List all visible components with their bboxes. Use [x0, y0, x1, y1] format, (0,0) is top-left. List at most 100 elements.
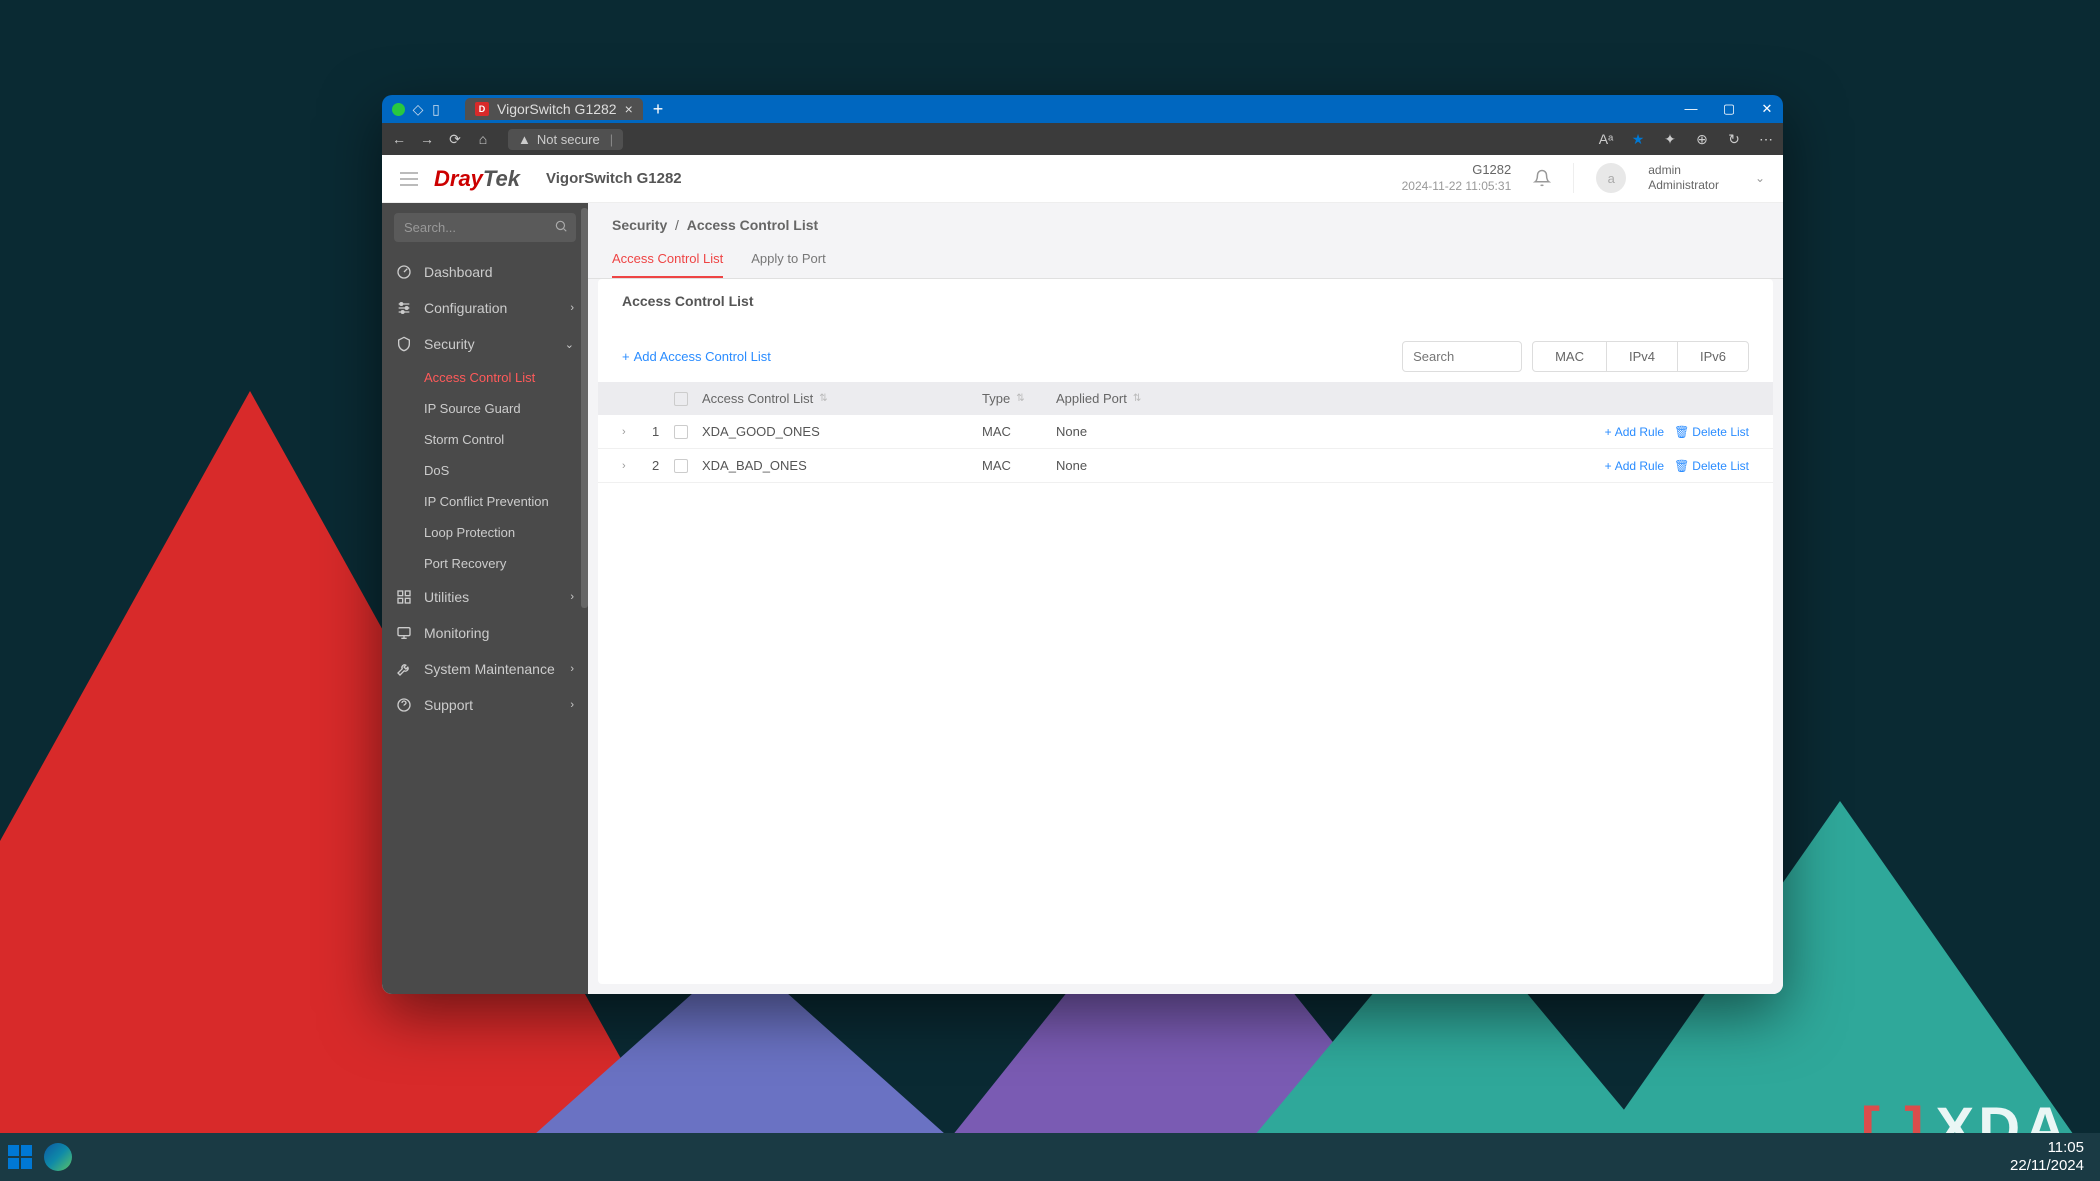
browser-titlebar: ◇ ▯ D VigorSwitch G1282 × + — ▢ ✕: [382, 95, 1783, 123]
favorite-icon[interactable]: ★: [1629, 130, 1647, 148]
sidebar-item-acl[interactable]: Access Control List: [424, 362, 588, 393]
add-rule-button[interactable]: +Add Rule: [1605, 459, 1664, 473]
select-all-checkbox[interactable]: [674, 392, 688, 406]
plus-icon: +: [1605, 425, 1612, 439]
sidebar-item-system-maintenance[interactable]: System Maintenance ›: [382, 651, 588, 687]
acl-port: None: [1056, 458, 1396, 473]
avatar[interactable]: a: [1596, 163, 1626, 193]
forward-button[interactable]: →: [418, 130, 436, 148]
filter-ipv4[interactable]: IPv4: [1606, 342, 1677, 371]
sidebar-item-utilities[interactable]: Utilities ›: [382, 579, 588, 615]
sidebar-item-monitoring[interactable]: Monitoring: [382, 615, 588, 651]
user-menu-chevron[interactable]: ⌄: [1755, 171, 1765, 185]
expand-row-icon[interactable]: ›: [622, 460, 626, 472]
address-bar[interactable]: ▲ Not secure |: [508, 129, 623, 150]
sidebar-search-input[interactable]: [394, 213, 576, 242]
acl-name: XDA_GOOD_ONES: [702, 424, 982, 439]
chevron-right-icon: ›: [570, 302, 574, 314]
sort-icon[interactable]: ⇅: [819, 393, 827, 404]
new-tab-button[interactable]: +: [653, 99, 664, 120]
read-aloud-icon[interactable]: Aᵃ: [1597, 130, 1615, 148]
tab-actions-icon[interactable]: ▯: [427, 100, 445, 118]
filter-ipv6[interactable]: IPv6: [1677, 342, 1748, 371]
acl-port: None: [1056, 424, 1396, 439]
trash-icon: 🗑: [1674, 425, 1689, 439]
add-acl-button[interactable]: + Add Access Control List: [622, 349, 771, 364]
add-rule-button[interactable]: +Add Rule: [1605, 425, 1664, 439]
chevron-right-icon: ›: [570, 663, 574, 675]
sort-icon[interactable]: ⇅: [1133, 393, 1141, 404]
edge-taskbar-icon[interactable]: [44, 1143, 72, 1171]
chevron-right-icon: ›: [570, 591, 574, 603]
grid-icon: [396, 589, 412, 605]
start-button[interactable]: [8, 1145, 32, 1169]
sync-icon[interactable]: ↻: [1725, 130, 1743, 148]
window-traffic-light[interactable]: [392, 103, 405, 116]
home-button[interactable]: ⌂: [474, 130, 492, 148]
tab-acl[interactable]: Access Control List: [612, 241, 723, 278]
settings-menu-icon[interactable]: ⋯: [1757, 130, 1775, 148]
windows-taskbar: 11:05 22/11/2024: [0, 1133, 2100, 1181]
breadcrumb: Security / Access Control List: [588, 203, 1783, 237]
search-icon[interactable]: [554, 219, 568, 236]
app-header: DrayTek VigorSwitch G1282 G1282 2024-11-…: [382, 155, 1783, 203]
reload-button[interactable]: ⟳: [446, 130, 464, 148]
row-checkbox[interactable]: [674, 459, 688, 473]
expand-row-icon[interactable]: ›: [622, 426, 626, 438]
table-search-input[interactable]: [1402, 341, 1522, 372]
chevron-down-icon: ⌄: [565, 338, 574, 351]
sort-icon[interactable]: ⇅: [1016, 393, 1024, 404]
sidebar-item-ip-conflict[interactable]: IP Conflict Prevention: [424, 486, 588, 517]
sidebar-item-port-recovery[interactable]: Port Recovery: [424, 548, 588, 579]
table-row: › 1 XDA_GOOD_ONES MAC None +Add Rule 🗑De…: [598, 415, 1773, 449]
tab-title: VigorSwitch G1282: [497, 101, 617, 117]
sidebar-item-support[interactable]: Support ›: [382, 687, 588, 723]
help-icon: [396, 697, 412, 713]
maximize-button[interactable]: ▢: [1719, 101, 1739, 117]
acl-type: MAC: [982, 458, 1056, 473]
table-row: › 2 XDA_BAD_ONES MAC None +Add Rule 🗑Del…: [598, 449, 1773, 483]
trash-icon: 🗑: [1674, 459, 1689, 473]
sidebar-item-storm-control[interactable]: Storm Control: [424, 424, 588, 455]
system-clock[interactable]: 11:05 22/11/2024: [2010, 1139, 2092, 1175]
filter-mac[interactable]: MAC: [1533, 342, 1606, 371]
row-checkbox[interactable]: [674, 425, 688, 439]
collections-icon[interactable]: ⊕: [1693, 130, 1711, 148]
sidebar-item-dos[interactable]: DoS: [424, 455, 588, 486]
main-content: Security / Access Control List Access Co…: [588, 203, 1783, 994]
sidebar: Dashboard Configuration › Security ⌄ Acc…: [382, 203, 588, 994]
security-label: Not secure: [537, 132, 600, 147]
user-info: admin Administrator: [1648, 163, 1719, 194]
plus-icon: +: [1605, 459, 1612, 473]
delete-list-button[interactable]: 🗑Delete List: [1674, 459, 1749, 473]
type-filter-group: MAC IPv4 IPv6: [1532, 341, 1749, 372]
chevron-right-icon: ›: [570, 699, 574, 711]
sidebar-item-security[interactable]: Security ⌄: [382, 326, 588, 362]
notifications-icon[interactable]: [1533, 169, 1551, 187]
hamburger-button[interactable]: [400, 172, 418, 186]
model-label: VigorSwitch G1282: [546, 170, 682, 187]
browser-toolbar: ← → ⟳ ⌂ ▲ Not secure | Aᵃ ★ ✦ ⊕ ↻ ⋯: [382, 123, 1783, 155]
acl-type: MAC: [982, 424, 1056, 439]
device-info: G1282 2024-11-22 11:05:31: [1402, 162, 1512, 194]
sidebar-scrollbar[interactable]: [581, 208, 588, 608]
close-tab-icon[interactable]: ×: [625, 101, 633, 117]
sidebar-item-dashboard[interactable]: Dashboard: [382, 254, 588, 290]
workspaces-icon[interactable]: ◇: [409, 100, 427, 118]
extensions-icon[interactable]: ✦: [1661, 130, 1679, 148]
minimize-button[interactable]: —: [1681, 101, 1701, 117]
back-button[interactable]: ←: [390, 130, 408, 148]
not-secure-icon: ▲: [518, 132, 531, 147]
favicon-icon: D: [475, 102, 489, 116]
sidebar-item-ip-source-guard[interactable]: IP Source Guard: [424, 393, 588, 424]
panel-title: Access Control List: [598, 279, 1773, 323]
tab-apply-port[interactable]: Apply to Port: [751, 241, 825, 278]
sidebar-item-configuration[interactable]: Configuration ›: [382, 290, 588, 326]
close-window-button[interactable]: ✕: [1757, 101, 1777, 117]
plus-icon: +: [622, 349, 630, 364]
browser-tab[interactable]: D VigorSwitch G1282 ×: [465, 98, 643, 120]
delete-list-button[interactable]: 🗑Delete List: [1674, 425, 1749, 439]
acl-name: XDA_BAD_ONES: [702, 458, 982, 473]
app-root: DrayTek VigorSwitch G1282 G1282 2024-11-…: [382, 155, 1783, 994]
sidebar-item-loop-protection[interactable]: Loop Protection: [424, 517, 588, 548]
